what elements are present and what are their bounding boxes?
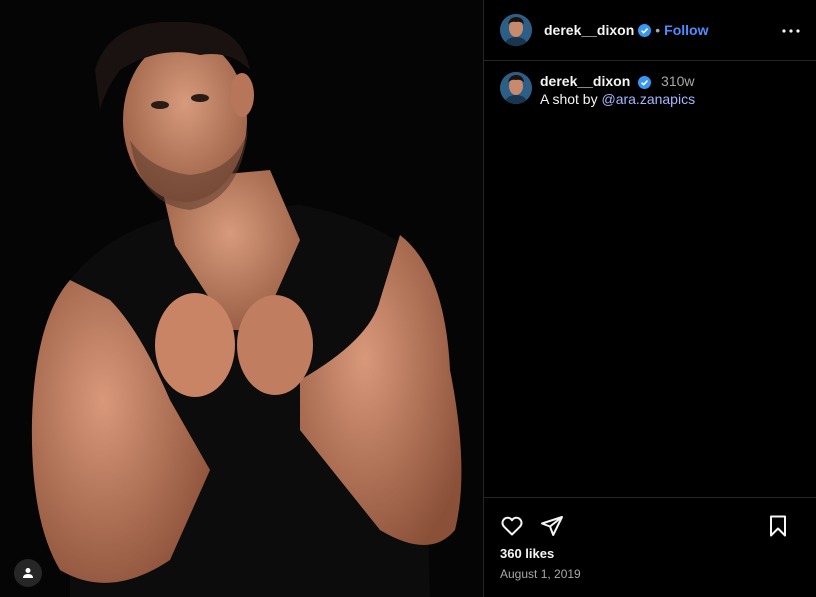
caption-text: A shot by @ara.zanapics (540, 90, 695, 108)
caption-avatar[interactable] (500, 72, 532, 104)
send-icon (541, 516, 563, 536)
caption-username[interactable]: derek__dixon (540, 73, 630, 89)
caption-mention-link[interactable]: @ara.zanapics (601, 91, 695, 107)
save-button[interactable] (766, 514, 790, 538)
verified-badge-icon (638, 75, 652, 89)
post-footer: 360 likes August 1, 2019 (484, 497, 816, 597)
bookmark-icon (770, 515, 786, 537)
separator-dot: • (655, 22, 661, 38)
post-photo (0, 0, 483, 597)
tagged-users-button[interactable] (14, 559, 42, 587)
more-options-button[interactable] (782, 22, 800, 40)
post-side-panel: derek__dixon • Follow derek__dixon 310w … (484, 0, 816, 597)
verified-badge-icon (638, 23, 652, 37)
more-horizontal-icon (782, 29, 800, 33)
post-header: derek__dixon • Follow (484, 0, 816, 61)
action-bar (500, 514, 800, 538)
likes-count[interactable]: 360 likes (500, 546, 554, 561)
user-tag-icon (23, 568, 33, 578)
like-button[interactable] (500, 514, 524, 538)
post-date[interactable]: August 1, 2019 (500, 567, 581, 581)
caption-text-prefix: A shot by (540, 91, 602, 107)
caption-timestamp[interactable]: 310w (661, 73, 694, 89)
post-caption: derek__dixon 310w A shot by @ara.zanapic… (500, 72, 695, 108)
heart-icon (501, 516, 523, 536)
caption-body: derek__dixon 310w A shot by @ara.zanapic… (540, 72, 695, 108)
post-media[interactable] (0, 0, 484, 597)
avatar[interactable] (500, 14, 532, 46)
instagram-post: derek__dixon • Follow derek__dixon 310w … (0, 0, 816, 597)
header-username[interactable]: derek__dixon (544, 22, 634, 38)
share-button[interactable] (540, 514, 564, 538)
follow-button[interactable]: Follow (664, 22, 708, 38)
